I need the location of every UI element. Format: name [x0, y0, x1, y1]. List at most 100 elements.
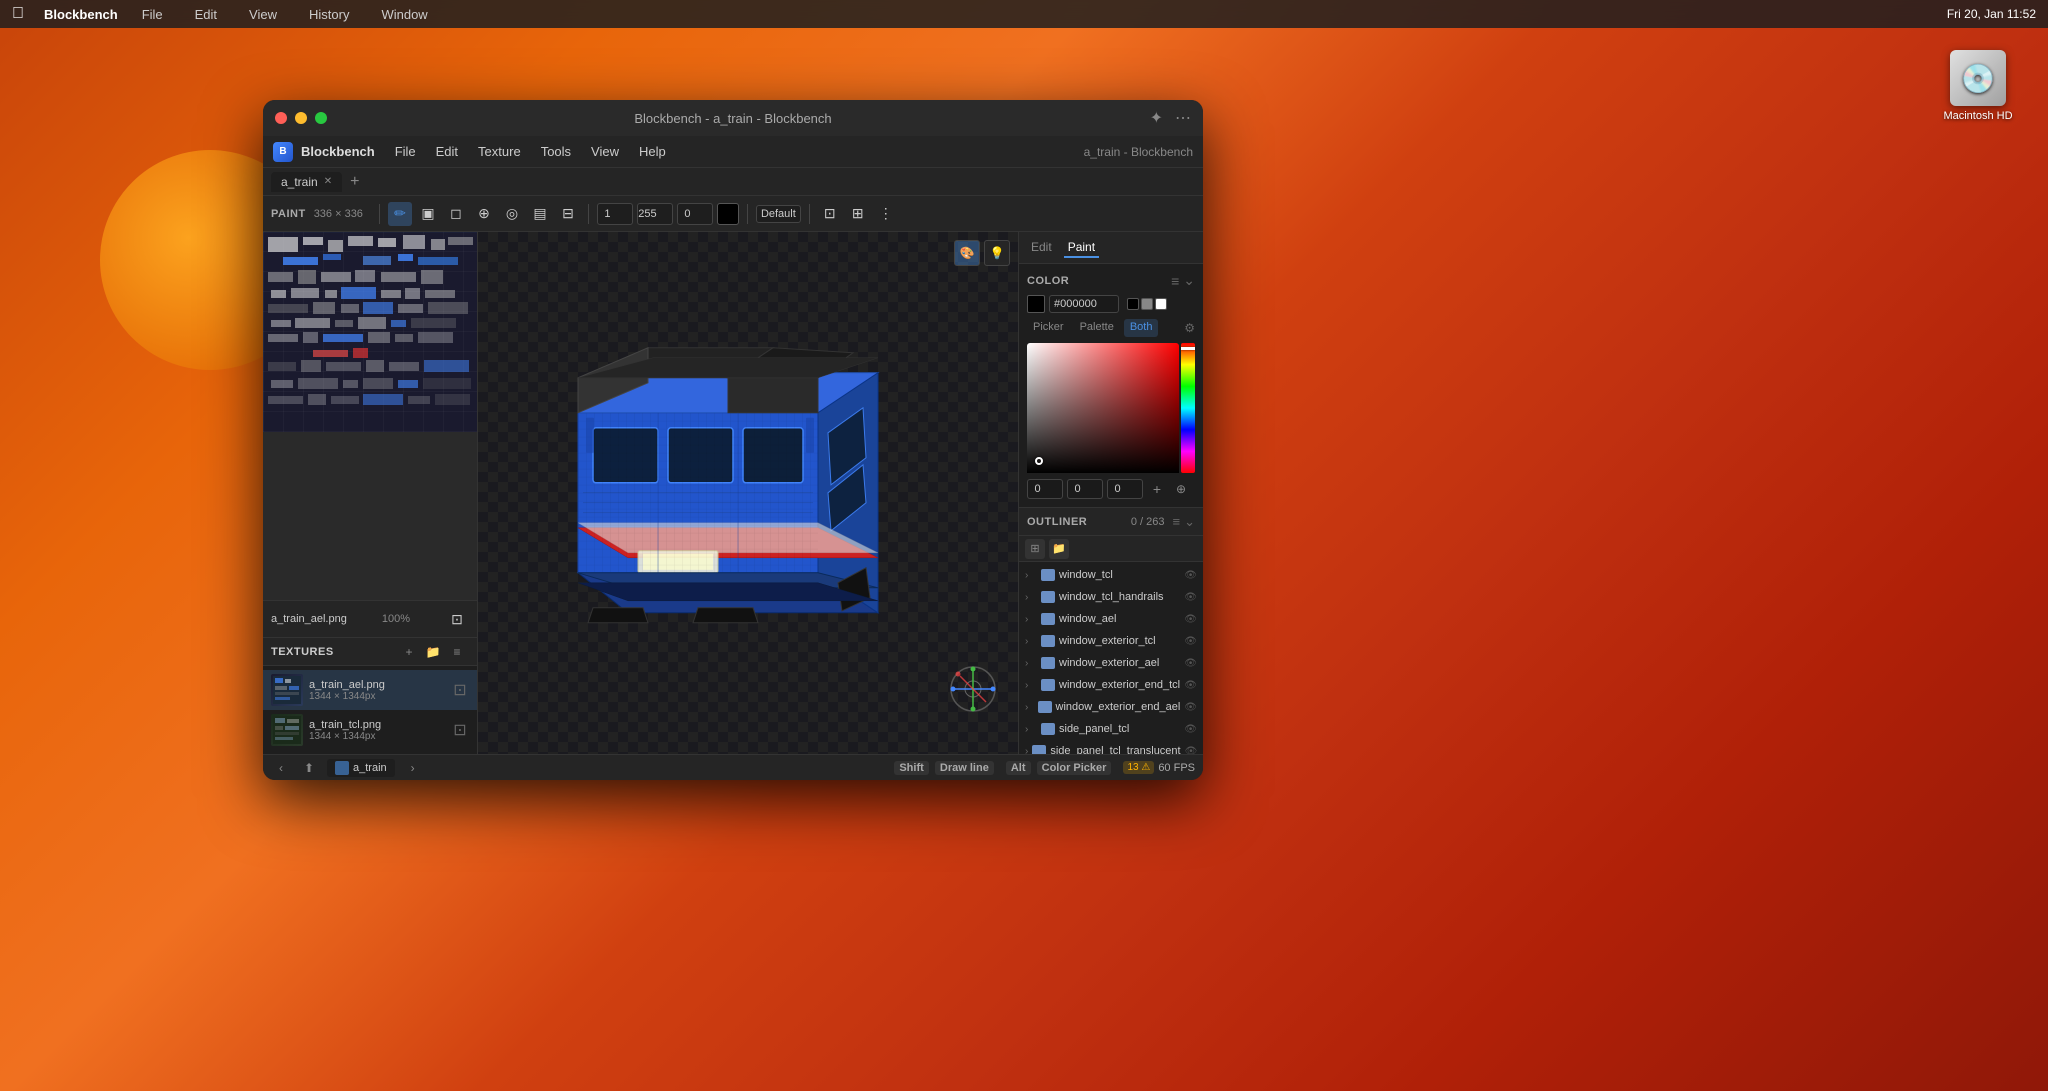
app-menu-texture[interactable]: Texture [470, 142, 529, 161]
color-b-input[interactable]: 0 [1107, 479, 1143, 499]
texture-action-tcl[interactable]: ⊡ [451, 721, 469, 739]
color-add-swatch-btn[interactable]: + [1147, 479, 1167, 499]
texture-options-btn[interactable]: ⊡ [445, 607, 469, 631]
outliner-item-window-tcl-handrails[interactable]: › window_tcl_handrails 👁 [1019, 586, 1203, 608]
outliner-item-side-panel-tcl-trans[interactable]: › side_panel_tcl_translucent 👁 [1019, 740, 1203, 754]
window-minimize-button[interactable] [295, 112, 307, 124]
status-nav-right[interactable]: › [403, 758, 423, 778]
outliner-add-cube-btn[interactable]: ⊞ [1025, 539, 1045, 559]
outliner-eye-6[interactable]: 👁 [1184, 680, 1197, 691]
color-tab-picker[interactable]: Picker [1027, 319, 1070, 337]
outliner-item-window-tcl[interactable]: › window_tcl 👁 [1019, 564, 1203, 586]
brush-opacity-input[interactable]: 255 [637, 203, 673, 225]
outliner-item-window-ael[interactable]: › window_ael 👁 [1019, 608, 1203, 630]
outliner-eye-5[interactable]: 👁 [1184, 658, 1197, 669]
color-tab-palette[interactable]: Palette [1074, 319, 1120, 337]
menubar-edit[interactable]: Edit [187, 5, 225, 24]
textures-add-btn[interactable]: + [397, 640, 421, 664]
app-menu-tools[interactable]: Tools [533, 142, 579, 161]
app-menu-view[interactable]: View [583, 142, 627, 161]
texture-item-ael[interactable]: a_train_ael.png 1344 × 1344px ⊡ [263, 670, 477, 710]
tab-add-btn[interactable]: + [346, 173, 363, 191]
outliner-eye-8[interactable]: 👁 [1184, 724, 1197, 735]
hue-bar[interactable] [1181, 343, 1195, 473]
3d-viewport[interactable]: 🎨 💡 [478, 232, 1018, 754]
outliner-add-group-btn[interactable]: 📁 [1049, 539, 1069, 559]
texture-action-ael[interactable]: ⊡ [451, 681, 469, 699]
outliner-item-window-exterior-ael[interactable]: › window_exterior_ael 👁 [1019, 652, 1203, 674]
color-hex-input[interactable]: #000000 [1049, 295, 1119, 313]
menubar-file[interactable]: File [134, 5, 171, 24]
window-maximize-button[interactable] [315, 112, 327, 124]
tab-a-train[interactable]: a_train ✕ [271, 172, 342, 192]
outliner-item-window-exterior-end-tcl[interactable]: › window_exterior_end_tcl 👁 [1019, 674, 1203, 696]
menubar-window[interactable]: Window [373, 5, 435, 24]
menubar-view[interactable]: View [241, 5, 285, 24]
color-gradient-wrapper[interactable] [1027, 343, 1195, 473]
orbit-control[interactable] [948, 664, 998, 714]
tool-smudge[interactable]: ◎ [500, 202, 524, 226]
tab-close-btn[interactable]: ✕ [324, 176, 332, 187]
outliner-item-window-exterior-tcl[interactable]: › window_exterior_tcl 👁 [1019, 630, 1203, 652]
color-history-3[interactable] [1155, 298, 1167, 310]
thumb-svg-2 [273, 716, 301, 744]
brush-size-input[interactable]: 1 [597, 203, 633, 225]
status-nav-left[interactable]: ‹ [271, 758, 291, 778]
outliner-eye-9[interactable]: 👁 [1185, 746, 1198, 755]
vp-paint-mode[interactable]: 🎨 [954, 240, 980, 266]
apple-logo[interactable]:  [12, 5, 24, 23]
brush-noise-input[interactable]: 0 [677, 203, 713, 225]
tool-layout[interactable]: ⊞ [846, 202, 870, 226]
texture-canvas-area[interactable] [263, 232, 477, 600]
window-more-btn[interactable]: ⋯ [1175, 108, 1191, 128]
tool-texture-paint[interactable]: ▤ [528, 202, 552, 226]
status-active-tab[interactable]: a_train [327, 759, 395, 777]
tab-paint[interactable]: Paint [1064, 238, 1099, 258]
outliner-eye-window-tcl[interactable]: 👁 [1184, 570, 1197, 581]
color-hex-row: #000000 [1027, 295, 1195, 313]
outliner-item-window-exterior-end-ael[interactable]: › window_exterior_end_ael 👁 [1019, 696, 1203, 718]
desktop-hdd-icon[interactable]: 💿 Macintosh HD [1938, 50, 2018, 122]
textures-more-btn[interactable]: ≡ [445, 640, 469, 664]
outliner-eye-7[interactable]: 👁 [1184, 702, 1197, 713]
status-nav-upload[interactable]: ⬆ [299, 758, 319, 778]
color-eyedropper-btn[interactable]: ⊕ [1171, 479, 1191, 499]
tool-eraser[interactable]: ◻ [444, 202, 468, 226]
outliner-eye-4[interactable]: 👁 [1184, 636, 1197, 647]
tool-screenshot[interactable]: ⊡ [818, 202, 842, 226]
outliner-eye-2[interactable]: 👁 [1184, 592, 1197, 603]
window-star-btn[interactable]: ✦ [1150, 108, 1163, 128]
app-menu-help[interactable]: Help [631, 142, 674, 161]
window-close-button[interactable] [275, 112, 287, 124]
outliner-menu-btn[interactable]: ≡ [1173, 514, 1181, 529]
color-expand-btn[interactable]: ⌄ [1183, 272, 1195, 289]
outliner-item-side-panel-tcl[interactable]: › side_panel_tcl 👁 [1019, 718, 1203, 740]
texture-item-tcl[interactable]: a_train_tcl.png 1344 × 1344px ⊡ [263, 710, 477, 750]
menubar-app-name[interactable]: Blockbench [44, 7, 118, 22]
app-menu-edit[interactable]: Edit [428, 142, 466, 161]
tool-more[interactable]: ⋮ [874, 202, 898, 226]
color-g-input[interactable]: 0 [1067, 479, 1103, 499]
tool-mirror[interactable]: ⊟ [556, 202, 580, 226]
right-panel: Edit Paint COLOR ≡ ⌄ [1018, 232, 1203, 754]
color-settings-btn[interactable]: ⚙ [1184, 319, 1195, 337]
tool-fill[interactable]: ▣ [416, 202, 440, 226]
tab-edit[interactable]: Edit [1027, 238, 1056, 258]
outliner-expand-btn[interactable]: ⌄ [1184, 514, 1195, 530]
outliner-eye-3[interactable]: 👁 [1184, 614, 1197, 625]
color-main-swatch[interactable] [1027, 295, 1045, 313]
vp-light-mode[interactable]: 💡 [984, 240, 1010, 266]
color-menu-btn[interactable]: ≡ [1171, 273, 1179, 289]
color-r-input[interactable]: 0 [1027, 479, 1063, 499]
menubar-history[interactable]: History [301, 5, 357, 24]
color-history-1[interactable] [1127, 298, 1139, 310]
tool-pencil[interactable]: ✏ [388, 202, 412, 226]
hdd-drive-icon: 💿 [1950, 50, 2006, 106]
textures-folder-btn[interactable]: 📁 [421, 640, 445, 664]
color-swatch[interactable] [717, 203, 739, 225]
mode-dropdown[interactable]: Default [756, 205, 801, 223]
tool-eyedropper[interactable]: ⊕ [472, 202, 496, 226]
app-menu-file[interactable]: File [387, 142, 424, 161]
color-history-2[interactable] [1141, 298, 1153, 310]
color-tab-both[interactable]: Both [1124, 319, 1159, 337]
